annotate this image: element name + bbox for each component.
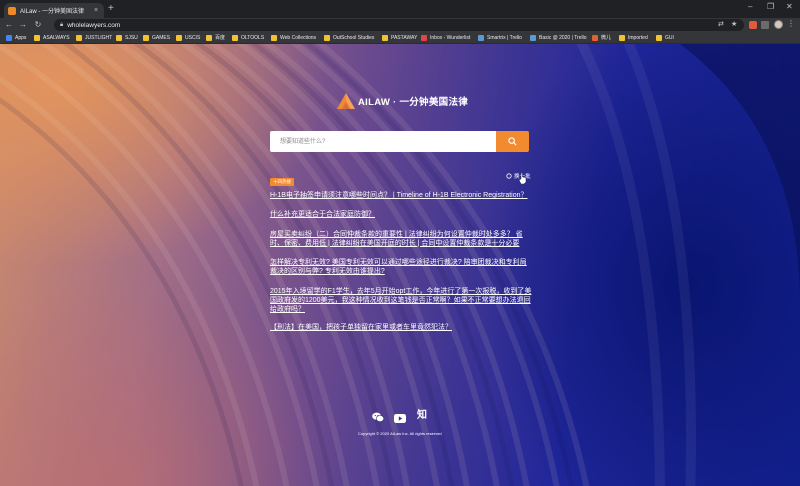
folder-icon	[116, 35, 122, 41]
bookmark-star-icon[interactable]: ★	[731, 20, 737, 28]
trello-icon	[478, 35, 484, 41]
question-link-arbitration[interactable]: 房屋买卖纠纷（二）合同仲裁条款的重要性 | 法律纠纷为何设置仲裁时处多多？ 省时…	[270, 231, 532, 249]
ailaw-favicon-icon	[8, 6, 16, 15]
folder-icon	[656, 35, 662, 41]
bookmark-apps[interactable]: Apps	[6, 34, 26, 42]
folder-icon	[382, 35, 388, 41]
apps-icon	[6, 35, 12, 41]
wechat-icon[interactable]	[372, 410, 385, 428]
bookmark-weier[interactable]: 微儿	[592, 34, 611, 42]
question-link-f1-stimulus[interactable]: 2015年入境留学的F1学生，去年5月开始opt工作，今年进行了第一次报税，收到…	[270, 288, 532, 314]
active-tab[interactable]: AILaw - 一分钟美国法律 ×	[4, 3, 104, 18]
bookmark-outschool-studies[interactable]: OutSchool Studies	[324, 34, 374, 42]
bookmark-web-collections[interactable]: Web Collections	[271, 34, 316, 42]
question-link-patent[interactable]: 怎样解决专利无效? 美国专利无效可以通过哪些途径进行裁决? 陪审团裁决和专利局裁…	[270, 259, 532, 277]
weier-icon	[592, 35, 598, 41]
extension-icon[interactable]	[749, 21, 757, 29]
tab-strip: AILaw - 一分钟美国法律 × + – ❐ ✕	[0, 0, 800, 18]
question-link-criminal-law[interactable]: 【刑法】在美国，把孩子单独留在家里或者车里竟然犯法？	[270, 324, 532, 333]
mouse-cursor-icon	[518, 173, 527, 184]
folder-icon	[143, 35, 149, 41]
browser-toolbar: ← → ↻ 🔒︎ wholelawyers.com ⇄ ★ ⋮	[0, 18, 800, 32]
browser-window: AILaw - 一分钟美国法律 × + – ❐ ✕ ← → ↻ 🔒︎ whole…	[0, 0, 800, 486]
ailaw-homepage: AILAW · 一分钟美国法律 十四热搜 换一批 H-1B电子抽签申请须注意哪些…	[0, 44, 800, 486]
profile-avatar[interactable]	[774, 20, 783, 29]
folder-icon	[232, 35, 238, 41]
bookmark-oltools[interactable]: OLTOOLS	[232, 34, 264, 42]
ailaw-logo-icon	[337, 93, 355, 109]
address-bar[interactable]: 🔒︎ wholelawyers.com ⇄ ★	[54, 19, 744, 31]
bookmark-imported[interactable]: Imported	[619, 34, 648, 42]
tab-close-icon[interactable]: ×	[92, 7, 100, 14]
bookmark-sjsu[interactable]: SJSU	[116, 34, 138, 42]
folder-icon	[34, 35, 40, 41]
folder-icon	[619, 35, 625, 41]
wunderlist-icon	[421, 35, 427, 41]
ailaw-logo[interactable]: AILAW · 一分钟美国法律	[337, 92, 468, 110]
refresh-icon	[506, 173, 512, 179]
folder-icon	[76, 35, 82, 41]
bookmark-asalways[interactable]: ASALWAYS	[34, 34, 70, 42]
folder-icon	[271, 35, 277, 41]
search-icon	[508, 137, 517, 146]
folder-icon	[176, 35, 182, 41]
bookmark-baidu[interactable]: 百度	[206, 34, 225, 42]
bookmark-games[interactable]: GAMES	[143, 34, 170, 42]
zhihu-icon[interactable]: 知	[417, 410, 427, 421]
url-text[interactable]: wholelawyers.com	[67, 22, 120, 29]
bookmark-uscis[interactable]: USCIS	[176, 34, 200, 42]
trello-icon	[530, 35, 536, 41]
forward-button[interactable]: →	[18, 20, 28, 30]
folder-icon	[206, 35, 212, 41]
folder-icon	[324, 35, 330, 41]
search-input[interactable]	[270, 131, 496, 152]
bookmark-smartrix-trello[interactable]: Smartrix | Trello	[478, 34, 522, 42]
bookmark-basic-2020-trello[interactable]: Basic @ 2020 | Trello	[530, 34, 587, 42]
bookmark-inbox-wunderlist[interactable]: Inbox - Wunderlist	[421, 34, 470, 42]
bookmarks-bar: Apps ASALWAYS JUSTLIGHT SJSU GAMES USCIS…	[0, 32, 800, 44]
new-tab-button[interactable]: +	[108, 4, 114, 14]
translate-icon[interactable]: ⇄	[718, 20, 724, 28]
extensions-puzzle-icon[interactable]	[761, 21, 769, 29]
tab-title: AILaw - 一分钟美国法律	[20, 9, 85, 15]
bookmark-pastaway[interactable]: PASTAWAY	[382, 34, 417, 42]
question-link-h1b[interactable]: H-1B电子抽签申请须注意哪些时间点？ | Timeline of H-1B E…	[270, 192, 532, 201]
youtube-icon[interactable]	[394, 410, 406, 428]
close-window-button[interactable]: ✕	[786, 3, 793, 11]
question-link-defense[interactable]: 什么补充更适合于合法家庭防御？	[270, 211, 532, 220]
logo-text: AILAW · 一分钟美国法律	[358, 97, 469, 108]
search-button[interactable]	[496, 131, 529, 152]
lock-icon[interactable]: 🔒︎	[60, 22, 63, 29]
trending-badge: 十四热搜	[270, 178, 294, 186]
minimize-button[interactable]: –	[748, 3, 752, 11]
bookmark-gui[interactable]: GUI	[656, 34, 674, 42]
browser-menu-icon[interactable]: ⋮	[787, 19, 795, 28]
maximize-button[interactable]: ❐	[767, 3, 774, 11]
reload-button[interactable]: ↻	[33, 20, 43, 30]
copyright-text: Copyright © 2020 AILaw Inc. All rights r…	[358, 431, 442, 436]
back-button[interactable]: ←	[4, 20, 14, 30]
bookmark-justlight[interactable]: JUSTLIGHT	[76, 34, 112, 42]
search-box	[270, 131, 529, 152]
